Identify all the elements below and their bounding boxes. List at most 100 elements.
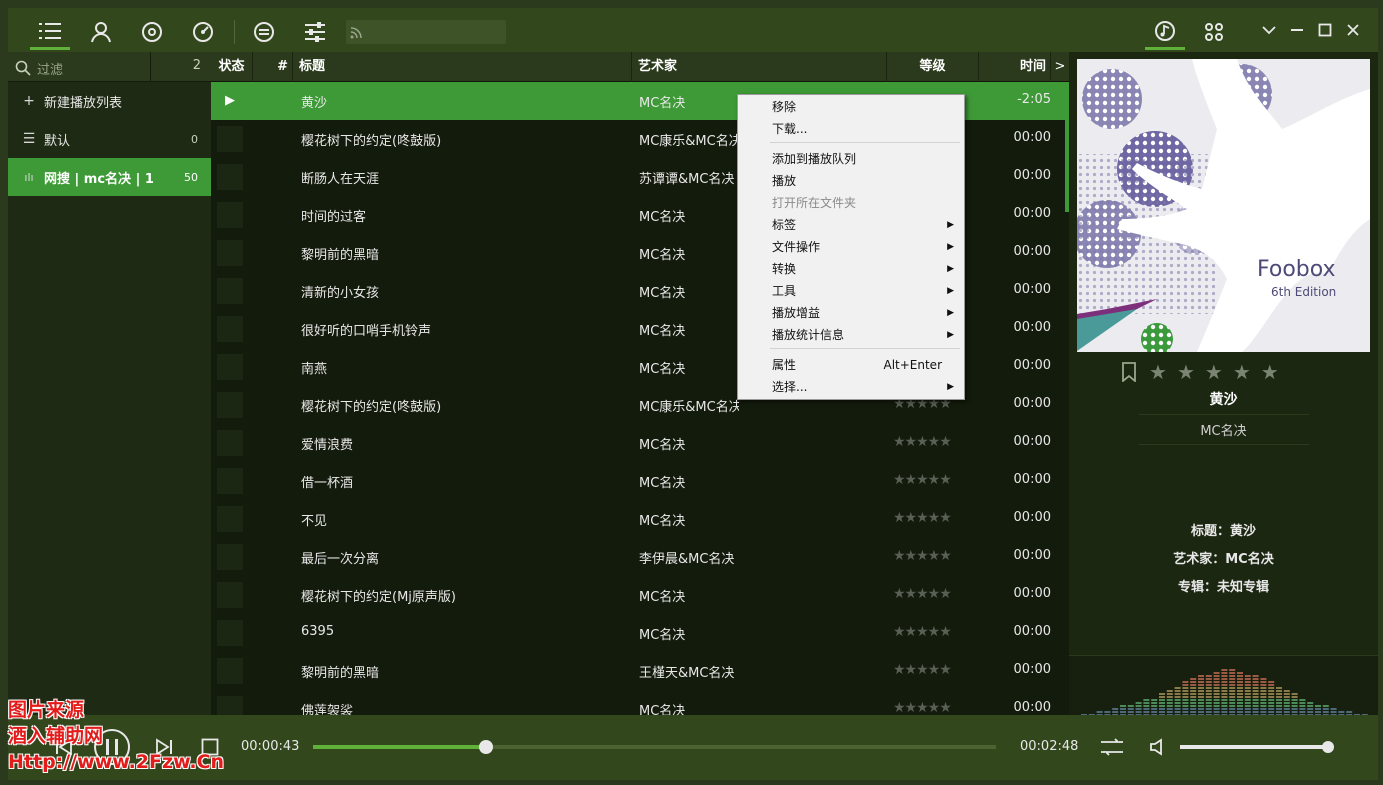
volume-slider[interactable] [1180, 741, 1334, 753]
spectrum-bar [1166, 699, 1173, 701]
volume-handle[interactable] [1322, 741, 1334, 753]
menu-item-label: 工具 [772, 284, 797, 298]
filter-input[interactable]: 过滤 [37, 59, 63, 78]
new-playlist-item[interactable]: + 新建播放列表 [8, 82, 211, 120]
menu-item[interactable]: 打开所在文件夹 [740, 192, 962, 214]
menu-item[interactable]: 属性 Alt+Enter [740, 354, 962, 376]
rating-stars[interactable]: ★★★★★ [893, 586, 952, 602]
disc-icon[interactable] [132, 14, 172, 50]
col-artist[interactable]: 艺术家 [632, 52, 887, 82]
grid-icon[interactable] [1194, 14, 1234, 50]
rating-stars[interactable]: ★★★★★ [893, 548, 952, 564]
col-title[interactable]: 标题 [293, 52, 632, 82]
col-time[interactable]: 时间 [979, 52, 1051, 82]
spectrum-bar [1283, 711, 1290, 713]
spectrum-bar [1213, 675, 1220, 677]
rating-stars[interactable]: ★★★★★ [893, 662, 952, 678]
seek-handle[interactable] [478, 740, 493, 754]
repeat-icon[interactable] [1098, 733, 1126, 761]
rating-stars[interactable]: ★★★★★ [893, 434, 952, 450]
menu-item[interactable]: 下载... [740, 118, 962, 140]
divider [1139, 444, 1309, 445]
bookmark-icon[interactable] [1121, 362, 1137, 382]
menu-item[interactable]: 移除 [740, 96, 962, 118]
playlist-item-websearch[interactable]: ılı 网搜 | mc名决 | 1 50 [8, 158, 211, 196]
table-row[interactable]: 不见 MC名决 ★★★★★ 00:00 [211, 500, 1069, 538]
spectrum-bar [1182, 690, 1189, 692]
equalizer-icon[interactable] [244, 14, 284, 50]
seek-bar[interactable] [313, 740, 996, 754]
music-note-icon[interactable] [1145, 14, 1185, 50]
menu-item[interactable]: 添加到播放队列 [740, 148, 962, 170]
star-icon[interactable]: ★ [1261, 360, 1289, 384]
menu-item[interactable]: 播放增益 ▶ [740, 302, 962, 324]
list-icon[interactable] [30, 14, 70, 50]
table-row[interactable]: 6395 MC名决 ★★★★★ 00:00 [211, 614, 1069, 652]
menu-item[interactable]: 文件操作 ▶ [740, 236, 962, 258]
rating-stars[interactable]: ★★★★★ [893, 700, 952, 715]
spectrum-bar [1221, 702, 1228, 704]
col-number[interactable]: # [253, 52, 293, 82]
star-icon[interactable]: ★ [1205, 360, 1233, 384]
menu-item[interactable]: 播放 [740, 170, 962, 192]
track-artist: MC名决 [639, 438, 686, 453]
table-row[interactable]: 借一杯酒 MC名决 ★★★★★ 00:00 [211, 462, 1069, 500]
spectrum-bar [1260, 687, 1267, 689]
spectrum-bar [1252, 684, 1259, 686]
table-row[interactable]: 爱情浪费 MC名决 ★★★★★ 00:00 [211, 424, 1069, 462]
star-icon[interactable]: ★ [1233, 360, 1261, 384]
rating-stars[interactable]: ★★★★★ [893, 510, 952, 526]
menu-item[interactable]: 标签 ▶ [740, 214, 962, 236]
info-artist: 艺术家：MC名决 [1173, 552, 1274, 567]
submenu-arrow-icon: ▶ [947, 220, 954, 230]
spectrum-bar [1283, 708, 1290, 710]
spectrum-bar [1221, 669, 1228, 671]
menu-item[interactable]: 选择... ▶ [740, 376, 962, 398]
rating-stars[interactable]: ★★★★★ [893, 472, 952, 488]
menu-item[interactable]: 转换 ▶ [740, 258, 962, 280]
track-time: 00:00 [1013, 358, 1051, 373]
spectrum-bar [1166, 693, 1173, 695]
menu-item[interactable]: 工具 ▶ [740, 280, 962, 302]
star-icon[interactable]: ★ [1149, 360, 1177, 384]
spectrum-bar [1283, 699, 1290, 701]
menu-item-label: 标签 [772, 218, 797, 232]
spectrum-bar [1260, 681, 1267, 683]
rating-stars[interactable]: ★★★★★ [1149, 360, 1349, 384]
spectrum-bar [1182, 693, 1189, 695]
table-row[interactable]: 最后一次分离 李伊晨&MC名决 ★★★★★ 00:00 [211, 538, 1069, 576]
table-row[interactable]: 樱花树下的约定(Mj原声版) MC名决 ★★★★★ 00:00 [211, 576, 1069, 614]
col-status[interactable]: 状态 [211, 52, 253, 82]
volume-icon[interactable] [1144, 733, 1172, 761]
spectrum-bar [1190, 696, 1197, 698]
track-time: 00:00 [1013, 510, 1051, 525]
playlist-item-default[interactable]: ☰ 默认 0 [8, 120, 211, 158]
sliders-icon[interactable] [295, 14, 335, 50]
rating-stars[interactable]: ★★★★★ [893, 624, 952, 640]
minimize-icon[interactable] [1285, 18, 1309, 42]
spectrum-bar [1205, 708, 1212, 710]
spectrum-bar [1182, 705, 1189, 707]
spectrum-bar [1237, 699, 1243, 701]
spectrum-bar [1221, 675, 1228, 677]
table-row[interactable]: 黎明前的黑暗 王槿天&MC名决 ★★★★★ 00:00 [211, 652, 1069, 690]
spectrum-bar [1205, 681, 1212, 683]
status-cell [217, 392, 243, 418]
col-rating[interactable]: 等级 [887, 52, 979, 82]
filter-box[interactable]: 过滤 2 [8, 52, 211, 82]
close-icon[interactable] [1341, 18, 1365, 42]
maximize-icon[interactable] [1313, 18, 1337, 42]
feed-bar[interactable] [346, 20, 506, 44]
track-time: 00:00 [1013, 320, 1051, 335]
spectrum-bar [1291, 702, 1298, 704]
menu-item[interactable]: 播放统计信息 ▶ [740, 324, 962, 346]
gauge-icon[interactable] [183, 14, 223, 50]
chevron-down-icon[interactable] [1257, 18, 1281, 42]
table-row[interactable]: 佛莲袈裟 MC名决 ★★★★★ 00:00 [211, 690, 1069, 715]
col-more[interactable]: > [1051, 52, 1069, 82]
star-icon[interactable]: ★ [1177, 360, 1205, 384]
user-icon[interactable] [81, 14, 121, 50]
spectrum-bar [1268, 702, 1275, 704]
spectrum-bar [1221, 687, 1228, 689]
track-title: 6395 [301, 624, 335, 639]
